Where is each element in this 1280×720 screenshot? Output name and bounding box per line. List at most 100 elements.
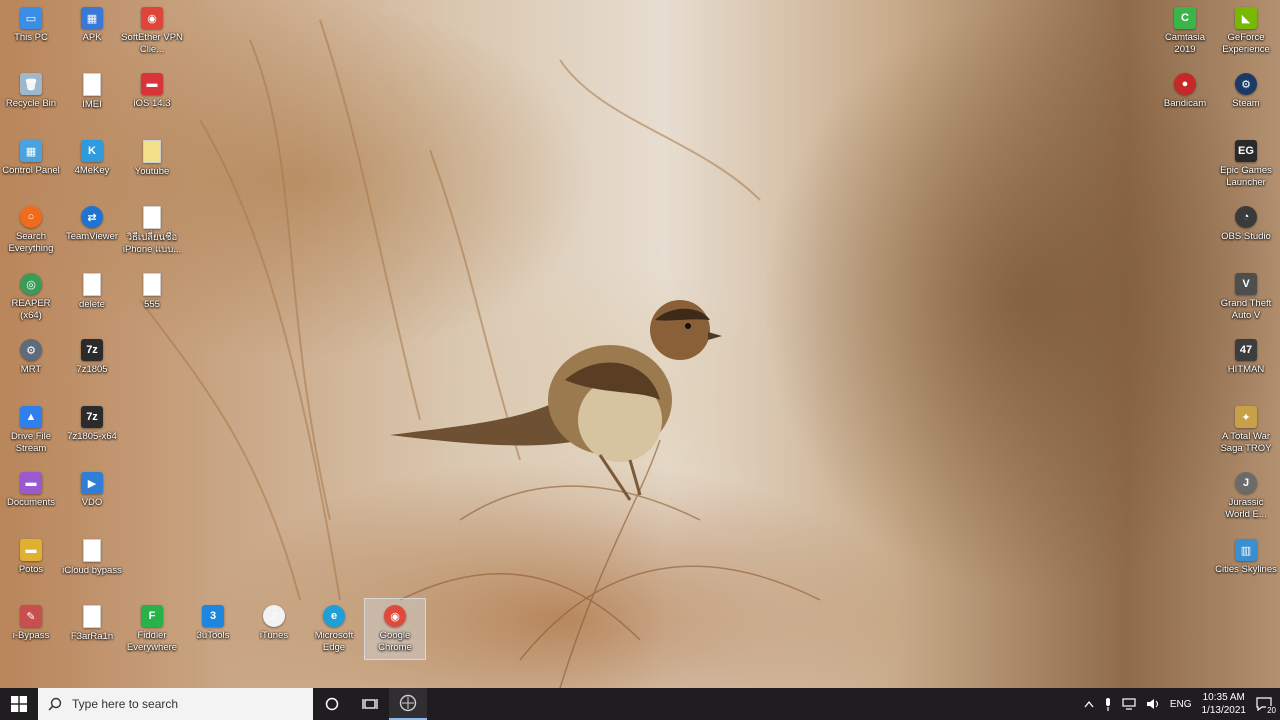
desktop-icon-label: Cities Skylines [1215, 564, 1277, 575]
icon-vdo[interactable]: ▶ VDO [61, 465, 123, 527]
icon-hitman[interactable]: 47 HITMAN [1215, 332, 1277, 394]
desktop-icon-label: SoftEther VPN Clie... [121, 32, 183, 55]
icon-icloud-bypass[interactable]: iCloud bypass [61, 532, 123, 594]
tray-microphone[interactable] [1099, 688, 1117, 720]
7z1805-app-icon: 7z [81, 339, 103, 361]
icon-search-everything[interactable]: ○ Search Everything [0, 199, 62, 261]
geforce-experience-app-icon: ◣ [1235, 7, 1257, 29]
icon-documents[interactable]: ▬ Documents [0, 465, 62, 527]
search-icon [48, 697, 62, 711]
icon-555[interactable]: 555 [121, 266, 183, 328]
icon-3utools[interactable]: 3 3uTools [182, 598, 244, 660]
icon-iphone-note[interactable]: วิธีเปลี่ยนชื่อ iPhone แบบ... [121, 199, 183, 261]
icon-reaper[interactable]: ◎ REAPER (x64) [0, 266, 62, 328]
icon-jurassic-world[interactable]: J Jurassic World E... [1215, 465, 1277, 527]
imei-app-icon [83, 73, 101, 96]
tray-language[interactable]: ENG [1165, 688, 1197, 720]
start-button[interactable] [0, 688, 38, 720]
tray-clock[interactable]: 10:35 AM 1/13/2021 [1197, 688, 1252, 720]
network-icon [1122, 698, 1136, 710]
taskbar-app-recording[interactable] [389, 688, 427, 720]
desktop-icon-label: iOS 14.3 [133, 98, 171, 109]
desktop-icon-label: iCloud bypass [62, 565, 122, 576]
bird-illustration [390, 300, 722, 501]
steam-app-icon: ⚙ [1235, 73, 1257, 95]
icon-teamviewer[interactable]: ⇄ TeamViewer [61, 199, 123, 261]
bandicam-app-icon: ● [1174, 73, 1196, 95]
search-input[interactable] [70, 696, 294, 712]
task-view-icon [362, 699, 378, 709]
speaker-icon [1146, 699, 1158, 709]
desktop-icon-label: HITMAN [1227, 364, 1265, 375]
epic-games-app-icon: EG [1235, 140, 1257, 162]
icon-mrt[interactable]: ⚙ MRT [0, 332, 62, 394]
icon-microsoft-edge[interactable]: e Microsoft Edge [303, 598, 365, 660]
icon-epic-games[interactable]: EG Epic Games Launcher [1215, 133, 1277, 195]
icon-i-bypass[interactable]: ✎ i-Bypass [0, 598, 62, 660]
desktop-icon-label: Camtasia 2019 [1164, 32, 1206, 55]
hitman-app-icon: 47 [1235, 339, 1257, 361]
tray-volume[interactable] [1141, 688, 1165, 720]
icon-apk[interactable]: ▦ APK [61, 0, 123, 62]
icon-bandicam[interactable]: ● Bandicam [1154, 66, 1216, 128]
icon-f3arra1n[interactable]: F3arRa1n [61, 598, 123, 660]
i-bypass-app-icon: ✎ [20, 605, 42, 627]
icon-drive-file-stream[interactable]: ▲ Drive File Stream [0, 399, 62, 461]
desktop-icon-label: Steam [1232, 98, 1260, 109]
teamviewer-app-icon: ⇄ [81, 206, 103, 228]
drive-file-stream-app-icon: ▲ [20, 406, 42, 428]
desktop-icon-label: Potos [18, 564, 44, 575]
desktop-icon-label: Youtube [134, 166, 170, 177]
icon-cities-skylines[interactable]: ▥ Cities Skylines [1215, 532, 1277, 594]
gta-v-app-icon: V [1235, 273, 1257, 295]
task-view-button[interactable] [351, 688, 389, 720]
icon-control-panel[interactable]: ▦ Control Panel [0, 133, 62, 195]
ios-14-3-app-icon: ▬ [141, 73, 163, 95]
icon-imei[interactable]: IMEI [61, 66, 123, 128]
icon-delete[interactable]: delete [61, 266, 123, 328]
desktop-icon-label: วิธีเปลี่ยนชื่อ iPhone แบบ... [122, 232, 182, 255]
icon-youtube[interactable]: Youtube [121, 133, 183, 195]
icon-4mekey[interactable]: K 4MeKey [61, 133, 123, 195]
desktop-icon-label: VDO [81, 497, 103, 508]
icon-7z1805[interactable]: 7z 7z1805 [61, 332, 123, 394]
icon-steam[interactable]: ⚙ Steam [1215, 66, 1277, 128]
icon-total-war-troy[interactable]: ✦ A Total War Saga TROY [1215, 399, 1277, 461]
google-chrome-app-icon: ◉ [384, 605, 406, 627]
camtasia-app-icon: C [1174, 7, 1196, 29]
clock-time: 10:35 AM [1202, 692, 1245, 703]
cortana-button[interactable] [313, 688, 351, 720]
icon-7z1805-x64[interactable]: 7z 7z1805-x64 [61, 399, 123, 461]
desktop-icon-label: i-Bypass [12, 630, 50, 641]
desktop-icon-label: OBS Studio [1221, 231, 1271, 242]
icon-itunes[interactable]: ♫ iTunes [243, 598, 305, 660]
icon-camtasia[interactable]: C Camtasia 2019 [1154, 0, 1216, 62]
icon-softether-vpn[interactable]: ◉ SoftEther VPN Clie... [121, 0, 183, 62]
icloud-bypass-app-icon [83, 539, 101, 562]
icon-obs-studio[interactable]: ◔ OBS Studio [1215, 199, 1277, 261]
icon-potos[interactable]: ▬ Potos [0, 532, 62, 594]
desktop-icon-label: TeamViewer [65, 231, 119, 242]
icon-this-pc[interactable]: ▭ This PC [0, 0, 62, 62]
jurassic-world-app-icon: J [1235, 472, 1257, 494]
desktop-icon-label: A Total War Saga TROY [1220, 431, 1272, 454]
desktop-icon-label: 555 [144, 299, 160, 310]
desktop-wallpaper [139, 19, 821, 688]
icon-geforce-experience[interactable]: ◣ GeForce Experience [1215, 0, 1277, 62]
icon-google-chrome[interactable]: ◉ Google Chrome [364, 598, 426, 660]
icon-fiddler-everywhere[interactable]: F Fiddler Everywhere [121, 598, 183, 660]
icon-recycle-bin[interactable]: 🗑 Recycle Bin [0, 66, 62, 128]
tray-network[interactable] [1117, 688, 1141, 720]
fiddler-everywhere-app-icon: F [141, 605, 163, 627]
documents-app-icon: ▬ [20, 472, 42, 494]
taskbar-search[interactable] [38, 688, 313, 720]
control-panel-app-icon: ▦ [20, 140, 42, 162]
icon-ios-14-3[interactable]: ▬ iOS 14.3 [121, 66, 183, 128]
notification-count-badge: 20 [1266, 706, 1277, 715]
icon-gta-v[interactable]: V Grand Theft Auto V [1215, 266, 1277, 328]
apk-app-icon: ▦ [81, 7, 103, 29]
desktop-icon-label: Control Panel [2, 165, 60, 176]
taskbar: ENG 10:35 AM 1/13/2021 20 [0, 688, 1280, 720]
action-center-button[interactable]: 20 [1251, 688, 1280, 720]
tray-overflow-button[interactable] [1079, 688, 1099, 720]
